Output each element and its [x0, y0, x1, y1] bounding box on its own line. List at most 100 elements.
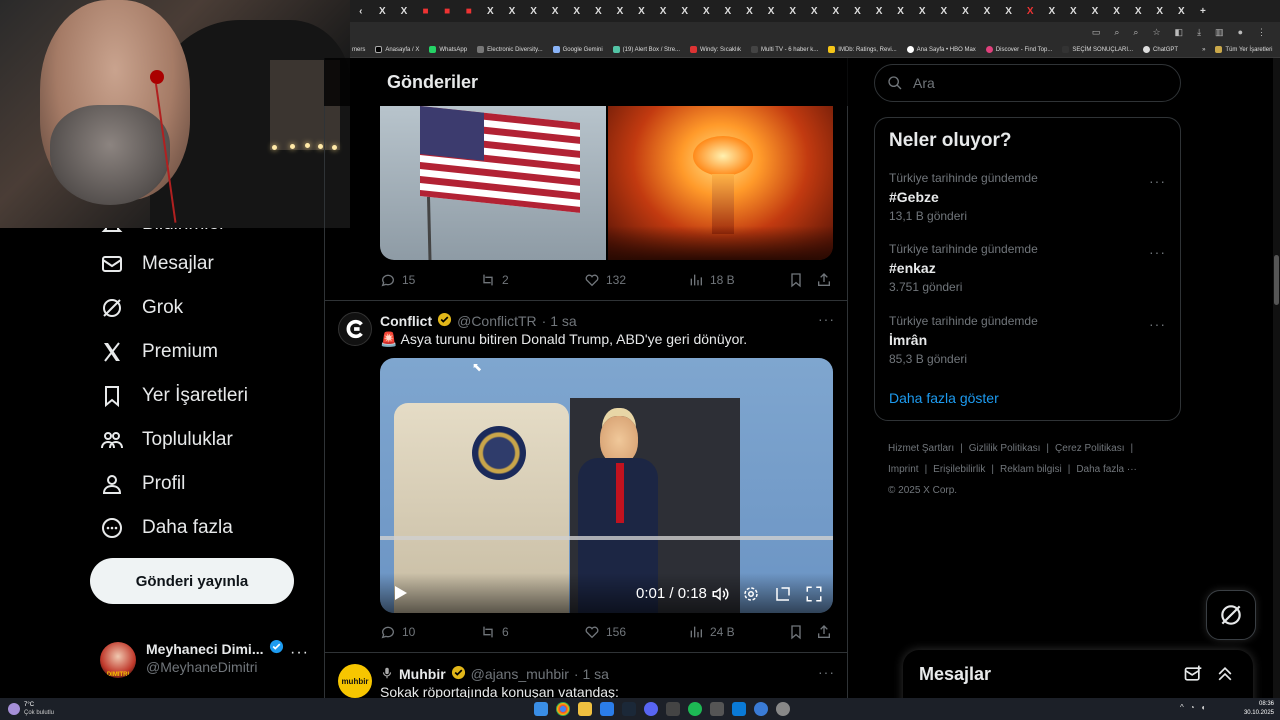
reply-button[interactable]: 10: [380, 624, 480, 640]
search-page-icon[interactable]: ⌕: [1133, 27, 1138, 38]
like-button[interactable]: 156: [584, 624, 688, 640]
nav-item-bookmarks[interactable]: Yer İşaretleri: [100, 384, 248, 408]
browser-tab[interactable]: X: [955, 0, 977, 22]
footer-link[interactable]: Erişilebilirlik: [933, 459, 985, 480]
trend-more-icon[interactable]: ···: [1149, 244, 1166, 260]
footer-link[interactable]: Daha fazla ···: [1076, 459, 1137, 480]
bookmark-button[interactable]: [788, 624, 816, 640]
browser-tab[interactable]: X: [782, 0, 804, 22]
bookmark-item[interactable]: SEÇİM SONUÇLARI...: [1062, 46, 1133, 53]
browser-tab[interactable]: X: [847, 0, 869, 22]
browser-tab[interactable]: X: [739, 0, 761, 22]
nav-item-more[interactable]: Daha fazla: [100, 516, 233, 540]
author-name[interactable]: Muhbir: [399, 666, 446, 682]
browser-tab-strip[interactable]: ‹ X X ■ ■ ■ X X X X X X X X X X X X X X …: [350, 0, 1280, 22]
browser-tab[interactable]: X: [825, 0, 847, 22]
bookmark-item[interactable]: ChatGPT: [1143, 46, 1178, 53]
browser-tab[interactable]: X: [998, 0, 1020, 22]
trend-item[interactable]: Türkiye tarihinde gündemde #enkaz 3.751 …: [889, 242, 1169, 294]
browser-tab[interactable]: X: [760, 0, 782, 22]
search-input[interactable]: Ara: [874, 64, 1181, 102]
app-icon[interactable]: [754, 702, 768, 716]
browser-tab[interactable]: X: [544, 0, 566, 22]
browser-tab[interactable]: ■: [436, 0, 458, 22]
new-tab-button[interactable]: +: [1192, 0, 1214, 22]
browser-tab[interactable]: X: [1106, 0, 1128, 22]
sidepanel-icon[interactable]: ▥: [1215, 27, 1224, 38]
file-explorer-icon[interactable]: [578, 702, 592, 716]
trend-item[interactable]: Türkiye tarihinde gündemde İmrân 85,3 B …: [889, 314, 1169, 366]
author-name[interactable]: Conflict: [380, 313, 432, 329]
bookmarks-overflow-icon[interactable]: »: [1202, 47, 1205, 53]
app-icon[interactable]: [776, 702, 790, 716]
bookmark-item[interactable]: Google Gemini: [552, 46, 603, 53]
browser-tab[interactable]: X: [933, 0, 955, 22]
browser-tab[interactable]: X: [1019, 0, 1041, 22]
app-icon[interactable]: [732, 702, 746, 716]
browser-tab[interactable]: X: [674, 0, 696, 22]
cast-icon[interactable]: ▭: [1092, 27, 1101, 38]
footer-link[interactable]: Reklam bilgisi: [1000, 459, 1062, 480]
post-media[interactable]: [380, 106, 833, 260]
browser-tab[interactable]: X: [868, 0, 890, 22]
post-button[interactable]: Gönderi yayınla: [90, 558, 294, 604]
browser-tab[interactable]: X: [1084, 0, 1106, 22]
browser-tab[interactable]: X: [911, 0, 933, 22]
weather-widget[interactable]: 7°C Çok bulutlu: [8, 701, 54, 717]
pip-icon[interactable]: [774, 585, 792, 608]
post-time[interactable]: · 1 sa: [542, 313, 577, 329]
app-icon[interactable]: [600, 702, 614, 716]
bookmark-item[interactable]: Discover - Find Top...: [985, 46, 1052, 53]
bookmark-item[interactable]: WhatsApp: [429, 46, 467, 53]
expand-up-icon[interactable]: [1215, 664, 1235, 689]
like-button[interactable]: 132: [584, 272, 688, 288]
bookmark-button[interactable]: [788, 272, 816, 288]
avatar[interactable]: muhbir: [338, 664, 372, 698]
bookmark-item[interactable]: Electronic Diversity...: [477, 46, 543, 53]
app-icon[interactable]: [666, 702, 680, 716]
profile-icon[interactable]: ●: [1238, 27, 1243, 37]
video-player[interactable]: 0:01 / 0:18: [380, 358, 833, 613]
system-tray[interactable]: ^ ◔ ◖: [1180, 703, 1205, 712]
share-button[interactable]: [816, 272, 832, 288]
zoom-icon[interactable]: ⌕: [1114, 27, 1119, 38]
views-button[interactable]: 24 B: [688, 624, 788, 640]
browser-tab[interactable]: X: [609, 0, 631, 22]
explosion-image[interactable]: [608, 106, 833, 260]
repost-button[interactable]: 2: [480, 272, 584, 288]
more-options-icon[interactable]: ···: [290, 644, 309, 662]
bookmark-item[interactable]: IMDb: Ratings, Revi...: [828, 46, 897, 53]
share-button[interactable]: [816, 624, 832, 640]
browser-tab[interactable]: X: [372, 0, 394, 22]
bookmark-item[interactable]: mers: [352, 47, 365, 53]
clock[interactable]: 08:36 30.10.2025: [1238, 700, 1274, 718]
nav-item-premium[interactable]: Premium: [100, 340, 218, 364]
browser-tab[interactable]: X: [566, 0, 588, 22]
reply-button[interactable]: 15: [380, 272, 480, 288]
post-more-icon[interactable]: ···: [818, 664, 835, 680]
scrollbar-thumb[interactable]: [1274, 255, 1279, 305]
browser-tab[interactable]: X: [523, 0, 545, 22]
show-more-link[interactable]: Daha fazla göster: [889, 390, 999, 406]
browser-tab[interactable]: X: [1149, 0, 1171, 22]
post-more-icon[interactable]: ···: [818, 311, 835, 327]
trend-more-icon[interactable]: ···: [1149, 316, 1166, 332]
settings-gear-icon[interactable]: [742, 585, 760, 608]
browser-tab[interactable]: X: [1063, 0, 1085, 22]
browser-tab[interactable]: X: [1171, 0, 1193, 22]
browser-tab[interactable]: X: [976, 0, 998, 22]
browser-tab[interactable]: ‹: [350, 0, 372, 22]
bookmark-item[interactable]: Anasayfa / X: [375, 46, 419, 53]
footer-link[interactable]: Hizmet Şartları: [888, 438, 954, 459]
bookmark-item[interactable]: Windy: Sıcaklık: [690, 46, 741, 53]
trend-item[interactable]: Türkiye tarihinde gündemde #Gebze 13,1 B…: [889, 171, 1169, 223]
all-bookmarks-folder[interactable]: Tüm Yer İşaretleri: [1215, 46, 1272, 53]
post-time[interactable]: · 1 sa: [574, 666, 609, 682]
bookmark-item[interactable]: (19) Alert Box / Stre...: [612, 46, 680, 53]
windows-start-icon[interactable]: [534, 702, 548, 716]
grok-floating-button[interactable]: [1206, 590, 1256, 640]
nav-item-messages[interactable]: Mesajlar: [100, 252, 214, 276]
browser-tab[interactable]: X: [1127, 0, 1149, 22]
footer-link[interactable]: Imprint: [888, 459, 919, 480]
browser-tab[interactable]: X: [717, 0, 739, 22]
